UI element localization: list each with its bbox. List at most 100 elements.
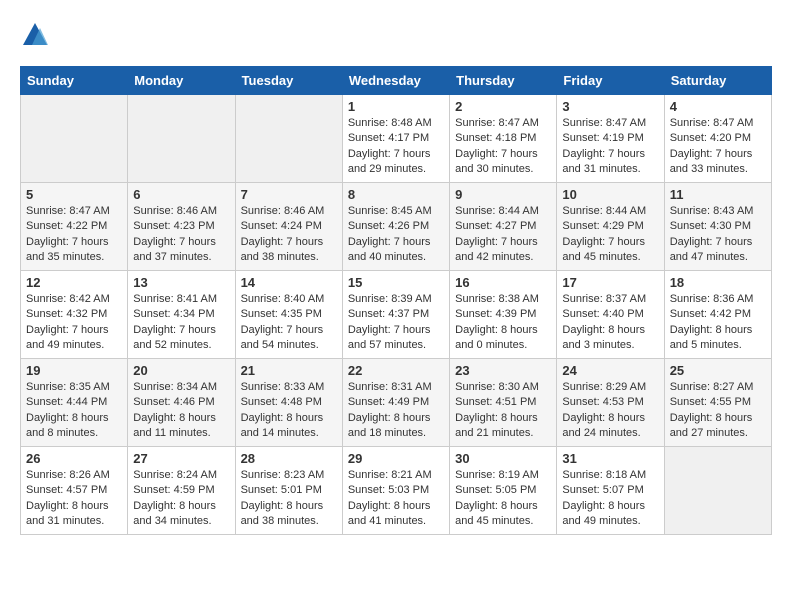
cell-line: Sunrise: 8:47 AM [455, 117, 539, 129]
cell-line: Daylight: 7 hours [26, 236, 109, 248]
cell-line: Sunrise: 8:23 AM [241, 469, 325, 481]
cell-line: Sunrise: 8:47 AM [562, 117, 646, 129]
cell-line: and 34 minutes. [133, 515, 211, 527]
cell-content: Sunrise: 8:44 AMSunset: 4:29 PMDaylight:… [562, 204, 658, 266]
calendar-week-5: 26Sunrise: 8:26 AMSunset: 4:57 PMDayligh… [21, 447, 772, 535]
cell-content: Sunrise: 8:46 AMSunset: 4:24 PMDaylight:… [241, 204, 337, 266]
cell-line: Sunset: 5:05 PM [455, 484, 536, 496]
cell-line: and 35 minutes. [26, 251, 104, 263]
cell-content: Sunrise: 8:23 AMSunset: 5:01 PMDaylight:… [241, 468, 337, 530]
day-header-friday: Friday [557, 67, 664, 95]
cell-line: Sunrise: 8:41 AM [133, 293, 217, 305]
calendar-cell: 10Sunrise: 8:44 AMSunset: 4:29 PMDayligh… [557, 183, 664, 271]
cell-line: and 45 minutes. [455, 515, 533, 527]
cell-content: Sunrise: 8:47 AMSunset: 4:18 PMDaylight:… [455, 116, 551, 178]
day-number: 25 [670, 363, 766, 378]
cell-content: Sunrise: 8:21 AMSunset: 5:03 PMDaylight:… [348, 468, 444, 530]
day-number: 1 [348, 99, 444, 114]
cell-line: Sunset: 5:07 PM [562, 484, 643, 496]
day-number: 16 [455, 275, 551, 290]
cell-line: Daylight: 8 hours [26, 500, 109, 512]
cell-content: Sunrise: 8:47 AMSunset: 4:19 PMDaylight:… [562, 116, 658, 178]
cell-line: Sunset: 4:29 PM [562, 220, 643, 232]
cell-line: and 38 minutes. [241, 251, 319, 263]
calendar-cell: 5Sunrise: 8:47 AMSunset: 4:22 PMDaylight… [21, 183, 128, 271]
day-header-thursday: Thursday [450, 67, 557, 95]
cell-line: Sunrise: 8:46 AM [133, 205, 217, 217]
page: SundayMondayTuesdayWednesdayThursdayFrid… [0, 0, 792, 545]
cell-line: Sunrise: 8:44 AM [562, 205, 646, 217]
calendar-cell: 29 Sunrise: 8:21 AMSunset: 5:03 PMDayligh… [342, 447, 449, 535]
cell-content: Sunrise: 8:45 AMSunset: 4:26 PMDaylight:… [348, 204, 444, 266]
cell-line: Daylight: 7 hours [348, 148, 431, 160]
cell-line: and 29 minutes. [348, 163, 426, 175]
cell-line: Sunset: 4:22 PM [26, 220, 107, 232]
cell-content: Sunrise: 8:33 AMSunset: 4:48 PMDaylight:… [241, 380, 337, 442]
cell-line: Sunset: 4:18 PM [455, 132, 536, 144]
cell-line: Sunrise: 8:40 AM [241, 293, 325, 305]
calendar-cell: 23Sunrise: 8:30 AMSunset: 4:51 PMDayligh… [450, 359, 557, 447]
cell-content: Sunrise: 8:38 AMSunset: 4:39 PMDaylight:… [455, 292, 551, 354]
cell-line: Sunrise: 8:38 AM [455, 293, 539, 305]
cell-content: Sunrise: 8:29 AMSunset: 4:53 PMDaylight:… [562, 380, 658, 442]
cell-line: Sunset: 4:44 PM [26, 396, 107, 408]
cell-line: Sunset: 4:46 PM [133, 396, 214, 408]
day-number: 17 [562, 275, 658, 290]
day-number: 4 [670, 99, 766, 114]
cell-line: Daylight: 8 hours [241, 412, 324, 424]
day-number: 12 [26, 275, 122, 290]
cell-line: Daylight: 7 hours [241, 324, 324, 336]
cell-line: and 52 minutes. [133, 339, 211, 351]
cell-line: and 41 minutes. [348, 515, 426, 527]
logo-icon [20, 20, 50, 50]
cell-line: and 49 minutes. [562, 515, 640, 527]
cell-line: Daylight: 8 hours [670, 412, 753, 424]
day-number: 11 [670, 187, 766, 202]
cell-line: Sunset: 4:27 PM [455, 220, 536, 232]
calendar-cell: 7Sunrise: 8:46 AMSunset: 4:24 PMDaylight… [235, 183, 342, 271]
cell-line: Sunrise: 8:21 AM [348, 469, 432, 481]
day-number: 24 [562, 363, 658, 378]
cell-line: Daylight: 7 hours [670, 148, 753, 160]
logo [20, 20, 54, 50]
cell-line: and 27 minutes. [670, 427, 748, 439]
calendar-week-3: 12Sunrise: 8:42 AMSunset: 4:32 PMDayligh… [21, 271, 772, 359]
calendar-cell: 8Sunrise: 8:45 AMSunset: 4:26 PMDaylight… [342, 183, 449, 271]
cell-line: Sunrise: 8:18 AM [562, 469, 646, 481]
calendar-cell: 17Sunrise: 8:37 AMSunset: 4:40 PMDayligh… [557, 271, 664, 359]
header [20, 20, 772, 50]
cell-line: Sunset: 4:20 PM [670, 132, 751, 144]
cell-line: Sunrise: 8:30 AM [455, 381, 539, 393]
calendar-cell: 19Sunrise: 8:35 AMSunset: 4:44 PMDayligh… [21, 359, 128, 447]
cell-content: Sunrise: 8:36 AMSunset: 4:42 PMDaylight:… [670, 292, 766, 354]
cell-line: Sunrise: 8:46 AM [241, 205, 325, 217]
day-number: 20 [133, 363, 229, 378]
cell-line: Daylight: 8 hours [455, 500, 538, 512]
calendar-cell: 26Sunrise: 8:26 AMSunset: 4:57 PMDayligh… [21, 447, 128, 535]
calendar-cell: 25Sunrise: 8:27 AMSunset: 4:55 PMDayligh… [664, 359, 771, 447]
cell-line: Daylight: 8 hours [241, 500, 324, 512]
cell-line: Daylight: 7 hours [348, 324, 431, 336]
cell-line: Sunrise: 8:26 AM [26, 469, 110, 481]
calendar-cell: 9Sunrise: 8:44 AMSunset: 4:27 PMDaylight… [450, 183, 557, 271]
cell-line: Sunset: 4:34 PM [133, 308, 214, 320]
cell-line: Sunset: 4:48 PM [241, 396, 322, 408]
day-number: 26 [26, 451, 122, 466]
cell-line: and 57 minutes. [348, 339, 426, 351]
cell-line: Daylight: 7 hours [670, 236, 753, 248]
cell-line: Daylight: 7 hours [241, 236, 324, 248]
cell-line: Sunset: 4:53 PM [562, 396, 643, 408]
calendar-cell: 18Sunrise: 8:36 AMSunset: 4:42 PMDayligh… [664, 271, 771, 359]
calendar-cell [128, 95, 235, 183]
cell-line: and 47 minutes. [670, 251, 748, 263]
day-number: 29 [348, 451, 444, 466]
day-number: 10 [562, 187, 658, 202]
calendar-cell: 31Sunrise: 8:18 AMSunset: 5:07 PMDayligh… [557, 447, 664, 535]
cell-line: Sunset: 4:19 PM [562, 132, 643, 144]
cell-content: Sunrise: 8:41 AMSunset: 4:34 PMDaylight:… [133, 292, 229, 354]
cell-line: Daylight: 8 hours [26, 412, 109, 424]
cell-line: Sunrise: 8:29 AM [562, 381, 646, 393]
day-number: 15 [348, 275, 444, 290]
calendar-cell [664, 447, 771, 535]
cell-line: and 42 minutes. [455, 251, 533, 263]
